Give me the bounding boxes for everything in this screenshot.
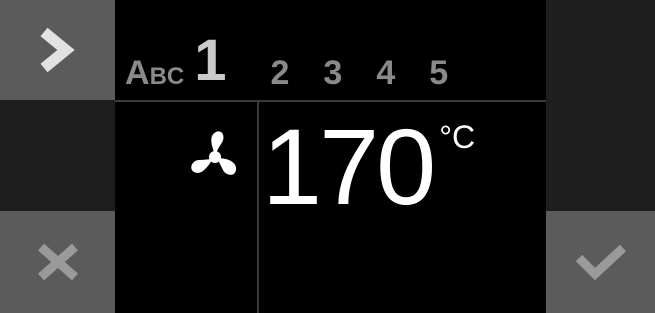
- horizontal-divider: [115, 100, 546, 102]
- next-button[interactable]: [0, 0, 115, 100]
- step-1[interactable]: 1: [194, 32, 226, 90]
- temperature-unit: °C: [439, 119, 476, 155]
- step-2[interactable]: 2: [271, 56, 290, 90]
- checkmark-icon: [575, 244, 626, 281]
- temperature-value: 170: [262, 106, 436, 227]
- cancel-button[interactable]: [0, 211, 115, 313]
- fan-mode-button[interactable]: [186, 128, 244, 186]
- mode-label: ABC: [125, 54, 185, 92]
- fan-icon: [191, 131, 237, 175]
- chevron-right-icon: [40, 27, 75, 73]
- temperature-display[interactable]: 170 °C: [262, 113, 475, 221]
- vertical-divider: [257, 102, 259, 313]
- confirm-button[interactable]: [546, 211, 655, 313]
- step-4[interactable]: 4: [376, 56, 395, 90]
- step-5[interactable]: 5: [429, 56, 448, 90]
- step-3[interactable]: 3: [323, 56, 342, 90]
- x-icon: [37, 243, 78, 281]
- oven-control-screen: ABC 1 2 3 4 5 170 °C: [0, 0, 655, 313]
- step-selector: ABC 1 2 3 4 5: [125, 30, 448, 92]
